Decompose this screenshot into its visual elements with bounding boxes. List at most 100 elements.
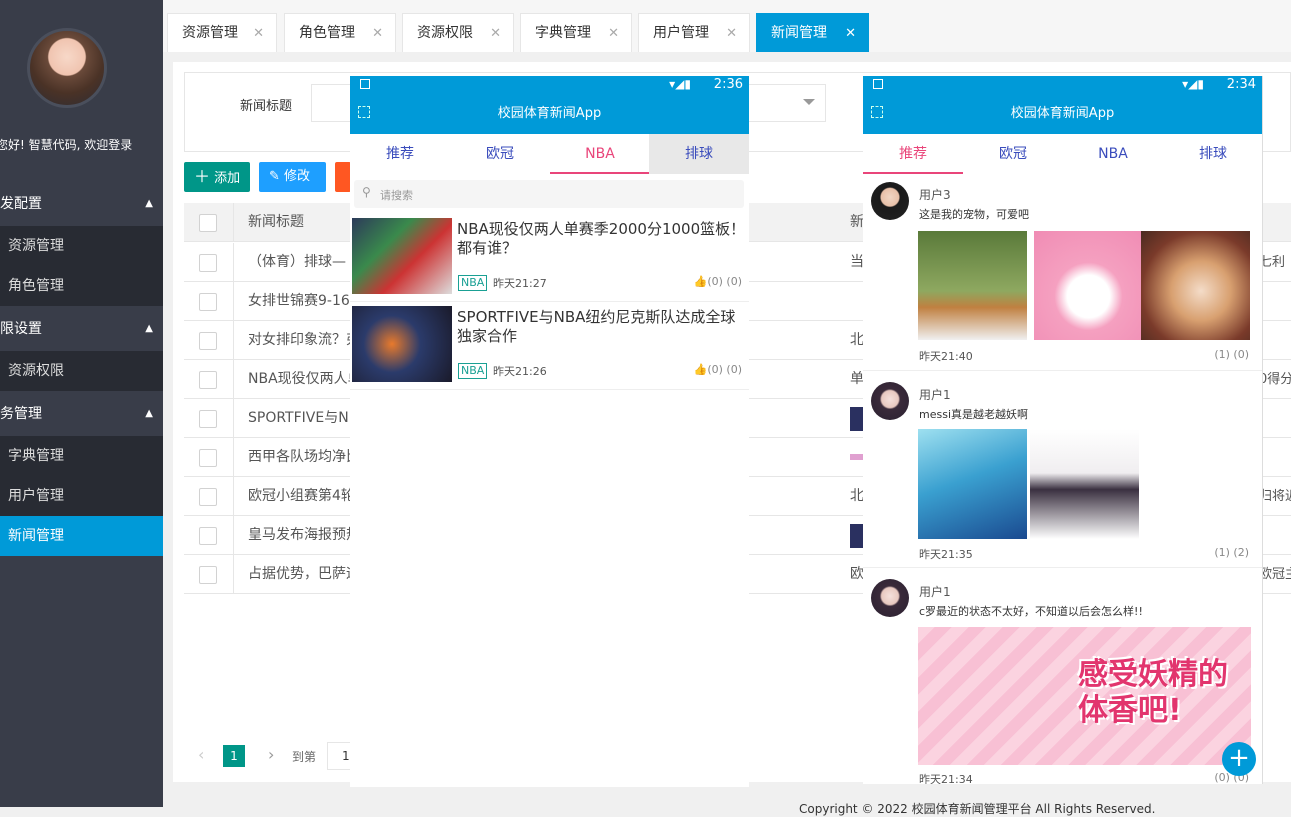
sidebar-item-role[interactable]: 角色管理 [0,266,163,306]
tab-users[interactable]: 用户管理 ✕ [638,13,750,52]
close-icon[interactable]: ✕ [490,14,501,53]
search-icon: ⚲ [362,185,371,199]
tab-recommend[interactable]: 推荐 [863,134,963,174]
scan-icon[interactable] [358,106,370,118]
edit-button[interactable]: ✎ 修改 [259,162,326,192]
post-text: 这是我的宠物，可爱吧 [919,208,1029,221]
tab-label: 资源权限 [417,25,473,41]
app-icon [360,79,370,89]
tab-recommend[interactable]: 推荐 [350,134,450,174]
sidebar-item-resource[interactable]: 资源管理 [0,226,163,266]
row-checkbox[interactable] [199,371,217,389]
tab-volleyball[interactable]: 排球 [649,134,749,174]
sidebar-item-dictionary[interactable]: 字典管理 [0,436,163,476]
select-all-checkbox[interactable] [199,214,217,232]
sidebar-item-news[interactable]: 新闻管理 [0,516,163,556]
caret-up-icon: ▲ [145,198,153,209]
row-thumbnail [850,407,864,431]
row-checkbox[interactable] [199,293,217,311]
tab-label: 字典管理 [535,25,591,41]
close-icon[interactable]: ✕ [372,14,383,53]
header-right: 新 [850,214,864,230]
post-counts: (1) (2) [1214,546,1249,559]
news-item[interactable]: NBA现役仅两人单赛季2000分1000篮板！都有谁？ NBA 昨天21:27 … [350,214,749,302]
row-checkbox[interactable] [199,449,217,467]
tab-volleyball[interactable]: 排球 [1163,134,1262,174]
sidebar-group-permission[interactable]: 权限设置 ▲ [0,307,163,351]
signal-icon: ▾◢▮ [1182,77,1204,91]
post-image [1034,231,1143,340]
avatar [871,382,909,420]
close-icon[interactable]: ✕ [253,14,264,53]
plus-icon: + [1228,743,1250,773]
row-thumbnail [850,454,864,460]
row-checkbox[interactable] [199,410,217,428]
app-title: 校园体育新闻App [497,106,602,121]
status-bar: ▾◢▮ 2:34 [863,76,1262,94]
sidebar: 您好! 智慧代码, 欢迎登录 开发配置 ▲ 资源管理 角色管理 权限设置 ▲ 资源权… [0,0,163,807]
tab-nba[interactable]: NBA [550,134,650,174]
row-checkbox[interactable] [199,254,217,272]
plus-icon: ＋ [194,167,211,186]
row-title: 对女排印象流？弗 [248,332,360,348]
tab-role[interactable]: 角色管理 ✕ [284,13,396,52]
pencil-icon: ✎ [269,169,280,184]
tab-dictionary[interactable]: 字典管理 ✕ [520,13,632,52]
delete-button[interactable] [335,162,351,192]
row-right: 当 [850,254,864,270]
tab-label: 资源管理 [182,25,238,41]
search-bar[interactable]: ⚲ 请搜索 [354,180,744,208]
page-1-button[interactable]: 1 [223,745,245,767]
post-image [1141,231,1250,340]
post-time: 昨天21:34 [919,773,973,784]
post-item[interactable]: 用户1 c罗最近的状态不太好，不知道以后会怎么样!! 感受妖精的体香吧! 昨天2… [863,573,1262,784]
like-icon: 👍 [693,363,708,376]
sidebar-item-resource-permission[interactable]: 资源权限 [0,351,163,391]
sidebar-item-users[interactable]: 用户管理 [0,476,163,516]
row-checkbox[interactable] [199,332,217,350]
news-item[interactable]: SPORTFIVE与NBA纽约尼克斯队达成全球独家合作 NBA 昨天21:26 … [350,302,749,390]
tab-champions[interactable]: 欧冠 [963,134,1063,174]
row-right: 北 [850,488,864,504]
copyright-text: Copyright © 2022 校园体育新闻管理平台 All Rights R… [799,802,1156,816]
close-icon[interactable]: ✕ [608,14,619,53]
counts-text: (0) (0) [707,363,742,376]
post-item[interactable]: 用户3 这是我的宠物，可爱吧 昨天21:40 (1) (0) [863,176,1262,371]
post-image [918,231,1027,340]
status-bar: ▾◢▮ 2:36 [350,76,749,94]
scan-icon[interactable] [871,106,883,118]
close-icon[interactable]: ✕ [726,14,737,53]
avatar [871,579,909,617]
tab-nba[interactable]: NBA [1063,134,1163,174]
search-label: 新闻标题 [240,99,293,114]
news-image [352,306,452,382]
prev-page-icon[interactable]: ‹ [198,745,204,764]
row-right: 单 [850,371,864,387]
row-checkbox[interactable] [199,527,217,545]
caret-up-icon: ▲ [145,408,153,419]
row-title: 西甲各队场均净比 [248,449,360,465]
tab-news[interactable]: 新闻管理 ✕ [756,13,869,52]
row-checkbox[interactable] [199,488,217,506]
row-right: 欧 [850,566,864,582]
tab-resource-permission[interactable]: 资源权限 ✕ [402,13,514,52]
row-checkbox[interactable] [199,566,217,584]
sidebar-group-business[interactable]: 业务管理 ▲ [0,392,163,436]
add-post-button[interactable]: + [1222,742,1256,776]
next-page-icon[interactable]: › [268,745,274,764]
row-right2: 0得分 [1259,372,1291,387]
sidebar-group-dev[interactable]: 开发配置 ▲ [0,182,163,226]
counts-text: (1) (2) [1214,546,1249,559]
close-icon[interactable]: ✕ [845,14,856,53]
app-title: 校园体育新闻App [1010,106,1115,121]
counts-text: (0) (0) [707,275,742,288]
avatar [27,28,107,108]
search-select[interactable] [748,84,826,122]
tab-champions[interactable]: 欧冠 [450,134,550,174]
add-button[interactable]: ＋ 添加 [184,162,250,192]
tab-resource[interactable]: 资源管理 ✕ [167,13,277,52]
row-title: 占据优势，巴萨迎 [248,566,360,582]
app-icon [873,79,883,89]
post-item[interactable]: 用户1 messi真是越老越妖啊 昨天21:35 (1) (2) [863,376,1262,568]
post-image [1030,429,1139,539]
